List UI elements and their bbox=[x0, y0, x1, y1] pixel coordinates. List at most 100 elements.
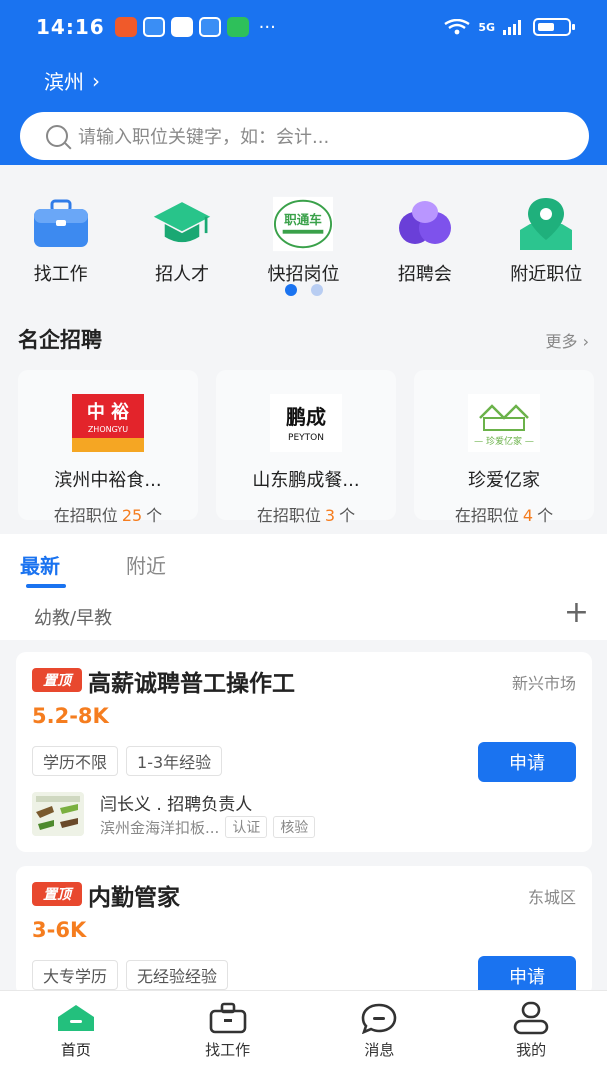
nav-home[interactable]: 首页 bbox=[0, 991, 152, 1080]
add-filter-button[interactable]: + bbox=[564, 598, 589, 628]
svg-text:中 裕: 中 裕 bbox=[87, 401, 129, 423]
category-quick-hire[interactable]: 职通车 快招岗位 bbox=[243, 196, 364, 286]
pager-dot-active bbox=[285, 284, 297, 296]
job-title: 高薪诚聘普工操作工 bbox=[88, 671, 295, 697]
more-link[interactable]: 更多 › bbox=[546, 328, 590, 352]
job-title: 内勤管家 bbox=[88, 885, 180, 911]
city-label: 滨州 bbox=[44, 70, 84, 94]
app-notification-icon bbox=[114, 17, 137, 37]
city-selector[interactable]: 滨州 › bbox=[44, 66, 100, 95]
svg-text:— 珍爱亿家 —: — 珍爱亿家 — bbox=[474, 435, 534, 447]
job-salary: 5.2-8K bbox=[32, 704, 109, 728]
job-tag: 学历不限 bbox=[32, 746, 119, 776]
nav-find-job[interactable]: 找工作 bbox=[152, 991, 304, 1080]
positions-count: 25 bbox=[121, 506, 143, 525]
checked-badge: 核验 bbox=[273, 816, 316, 838]
nav-messages[interactable]: 消息 bbox=[304, 991, 456, 1080]
tab-latest[interactable]: 最新 bbox=[20, 550, 60, 579]
positions-count: 3 bbox=[324, 506, 336, 525]
job-tags: 学历不限 1-3年经验 bbox=[32, 746, 223, 776]
wifi-icon bbox=[444, 19, 470, 35]
location-pin-icon bbox=[516, 196, 576, 252]
company-card[interactable]: 鹏成 PEYTON 山东鹏成餐... 在招职位 3 个 bbox=[216, 370, 396, 525]
recruiter-name: 闫长义 . 招聘负责人 bbox=[100, 795, 253, 815]
carousel-pager bbox=[285, 284, 323, 296]
tab-active-underline bbox=[26, 584, 66, 588]
nav-label: 我的 bbox=[516, 1041, 547, 1059]
pinned-badge: 置顶 bbox=[32, 668, 82, 692]
company-card[interactable]: — 珍爱亿家 — 珍爱亿家 在招职位 4 个 bbox=[414, 370, 594, 525]
network-type: 5G bbox=[478, 20, 495, 34]
category-label: 招聘会 bbox=[397, 264, 452, 285]
company-positions: 在招职位 3 个 bbox=[257, 502, 355, 526]
signal-icon bbox=[503, 20, 521, 35]
briefcase-icon bbox=[31, 196, 91, 252]
category-label: 找工作 bbox=[33, 264, 88, 285]
search-placeholder: 请输入职位关键字，如：会计... bbox=[78, 127, 330, 148]
job-tags: 大专学历 无经验经验 bbox=[32, 960, 229, 990]
job-location: 东城区 bbox=[527, 888, 576, 907]
nav-label: 首页 bbox=[60, 1041, 91, 1059]
nav-profile[interactable]: 我的 bbox=[455, 991, 607, 1080]
company-name: 珍爱亿家 bbox=[468, 470, 540, 491]
user-icon bbox=[511, 1001, 551, 1035]
positions-suffix: 个 bbox=[146, 506, 163, 525]
job-tabs-area: 最新 附近 幼教/早教 + bbox=[0, 534, 607, 640]
apply-button[interactable]: 申请 bbox=[478, 742, 576, 782]
nav-label: 找工作 bbox=[205, 1041, 251, 1059]
zhitongche-logo-icon: 职通车 bbox=[273, 196, 334, 252]
category-label: 招人才 bbox=[155, 264, 210, 285]
job-salary: 3-6K bbox=[32, 918, 87, 942]
category-nearby-jobs[interactable]: 附近职位 bbox=[486, 196, 607, 286]
tab-nearby[interactable]: 附近 bbox=[126, 550, 166, 579]
company-avatar bbox=[32, 792, 84, 836]
job-tag: 大专学历 bbox=[32, 960, 119, 990]
chevron-right-icon: › bbox=[92, 68, 100, 93]
job-card[interactable]: 置顶 高薪诚聘普工操作工 新兴市场 5.2-8K 学历不限 1-3年经验 申请 … bbox=[16, 652, 592, 852]
positions-count: 4 bbox=[522, 506, 534, 525]
chat-notification-icon bbox=[170, 17, 193, 37]
briefcase-icon bbox=[208, 1001, 248, 1035]
search-icon bbox=[46, 125, 68, 147]
positions-prefix: 在招职位 bbox=[256, 506, 321, 525]
more-notifications-icon: ··· bbox=[258, 16, 276, 38]
peyton-logo: 鹏成 PEYTON bbox=[270, 394, 342, 452]
section-title: 名企招聘 bbox=[18, 328, 102, 352]
filter-chip[interactable]: 幼教/早教 bbox=[34, 604, 112, 630]
positions-suffix: 个 bbox=[537, 506, 554, 525]
battery-icon bbox=[533, 18, 575, 36]
company-positions: 在招职位 4 个 bbox=[455, 502, 553, 526]
company-name: 滨州金海洋扣板... bbox=[100, 818, 220, 837]
job-location: 新兴市场 bbox=[511, 674, 576, 693]
job-tag: 无经验经验 bbox=[126, 960, 229, 990]
graduation-cap-icon bbox=[152, 196, 212, 252]
job-card[interactable]: 置顶 内勤管家 东城区 3-6K 大专学历 无经验经验 申请 bbox=[16, 866, 592, 996]
app-notification-icon bbox=[198, 17, 221, 37]
status-right: 5G bbox=[444, 18, 575, 36]
zhenai-logo: — 珍爱亿家 — bbox=[468, 394, 540, 452]
positions-prefix: 在招职位 bbox=[53, 506, 118, 525]
zhongyu-logo: 中 裕 ZHONGYU bbox=[72, 394, 144, 452]
more-label: 更多 bbox=[545, 332, 578, 351]
home-icon bbox=[56, 1001, 96, 1035]
search-bar[interactable]: 请输入职位关键字，如：会计... bbox=[20, 112, 589, 160]
job-tag: 1-3年经验 bbox=[126, 746, 223, 776]
pinned-badge: 置顶 bbox=[32, 882, 82, 906]
top-header: 14:16 ··· 5G 滨州 › 请输入职位关键字，如：会计... bbox=[0, 0, 607, 165]
company-card[interactable]: 中 裕 ZHONGYU 滨州中裕食... 在招职位 25 个 bbox=[18, 370, 198, 525]
nav-label: 消息 bbox=[364, 1041, 395, 1059]
positions-suffix: 个 bbox=[339, 506, 356, 525]
notification-icons: ··· bbox=[114, 16, 276, 38]
positions-prefix: 在招职位 bbox=[454, 506, 519, 525]
category-hire-talent[interactable]: 招人才 bbox=[121, 196, 242, 286]
category-job-fair[interactable]: 招聘会 bbox=[364, 196, 485, 286]
status-time: 14:16 bbox=[36, 15, 105, 39]
verified-badge: 认证 bbox=[225, 816, 268, 838]
company-name: 滨州中裕食... bbox=[54, 470, 162, 491]
category-find-job[interactable]: 找工作 bbox=[0, 196, 121, 286]
message-icon bbox=[359, 1001, 399, 1035]
svg-text:ZHONGYU: ZHONGYU bbox=[88, 425, 128, 434]
category-row: 找工作 招人才 职通车 快招岗位 招聘会 附近职位 bbox=[0, 196, 607, 286]
job-fair-icon bbox=[395, 196, 455, 252]
category-label: 快招岗位 bbox=[267, 264, 340, 285]
